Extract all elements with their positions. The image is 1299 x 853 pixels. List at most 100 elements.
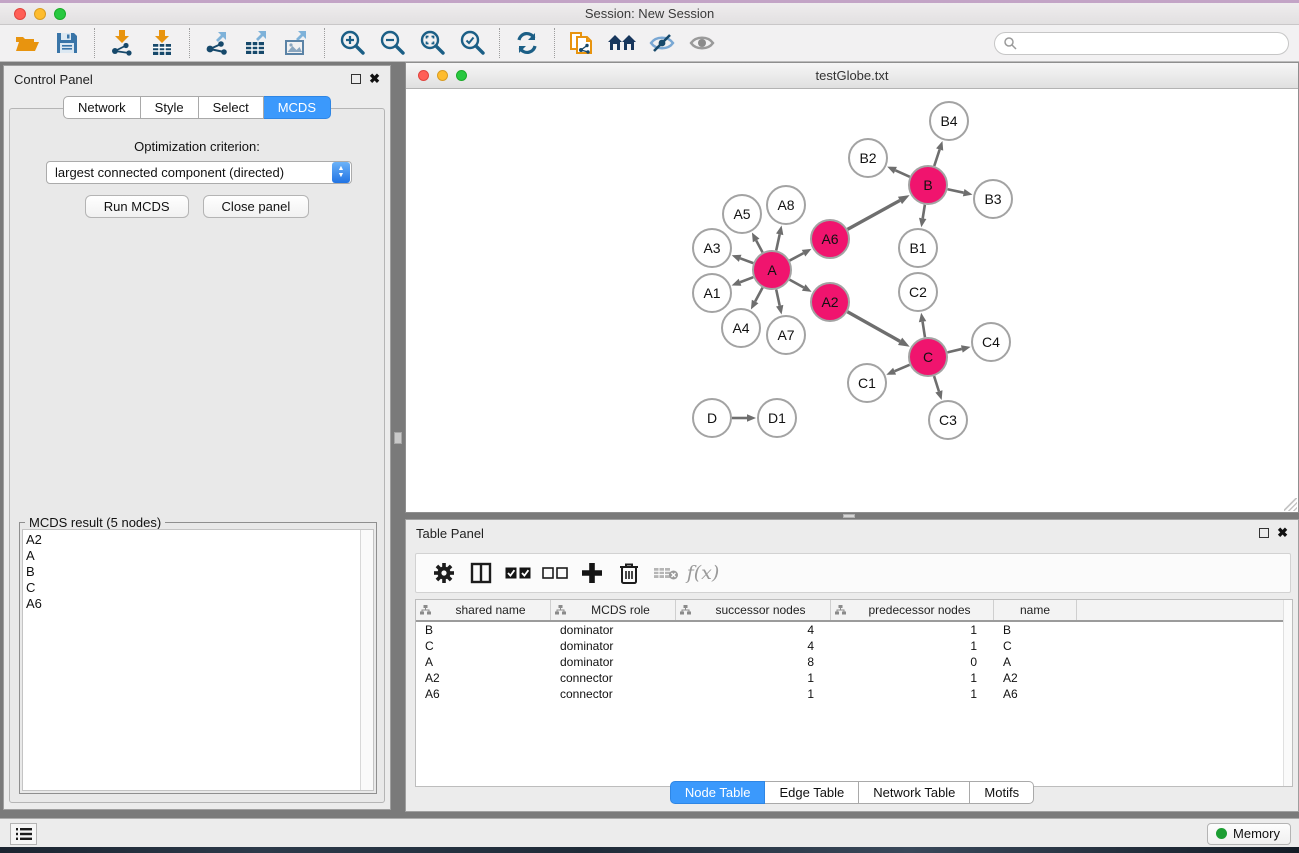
hide-selected-button[interactable] <box>645 28 679 58</box>
edge-C-C4[interactable] <box>947 349 961 352</box>
edge-C-C2[interactable] <box>923 322 925 338</box>
task-history-button[interactable] <box>10 823 37 845</box>
tab-select[interactable]: Select <box>199 96 264 119</box>
edge-A-A3[interactable] <box>740 258 753 263</box>
table-cell[interactable]: C <box>416 639 551 653</box>
edge-A-A2[interactable] <box>790 280 804 288</box>
result-item[interactable]: A <box>26 548 360 564</box>
table-cell[interactable]: 1 <box>831 623 994 637</box>
function-builder-button[interactable]: f(x) <box>689 559 717 587</box>
close-table-panel-icon[interactable]: ✖ <box>1277 528 1288 538</box>
result-item[interactable]: A6 <box>26 596 360 612</box>
result-item[interactable]: B <box>26 564 360 580</box>
vertical-splitter-handle[interactable] <box>394 432 402 444</box>
table-cell[interactable]: 1 <box>831 687 994 701</box>
tab-style[interactable]: Style <box>141 96 199 119</box>
table-row[interactable]: Bdominator41B <box>416 622 1292 638</box>
table-cell[interactable]: A <box>994 655 1077 669</box>
edge-B-B2[interactable] <box>895 170 909 176</box>
table-cell[interactable]: 4 <box>676 639 831 653</box>
optimization-criterion-dropdown[interactable]: largest connected component (directed) ▲… <box>46 161 352 184</box>
memory-button[interactable]: Memory <box>1207 823 1291 845</box>
run-mcds-button[interactable]: Run MCDS <box>85 195 189 218</box>
export-image-button[interactable] <box>280 28 314 58</box>
add-column-button[interactable] <box>578 559 606 587</box>
table-row[interactable]: A6connector11A6 <box>416 686 1292 702</box>
result-item[interactable]: C <box>26 580 360 596</box>
table-cell[interactable]: 0 <box>831 655 994 669</box>
edge-B-B3[interactable] <box>948 189 964 192</box>
table-cell[interactable]: B <box>416 623 551 637</box>
result-list-scrollbar[interactable] <box>360 530 373 790</box>
select-all-button[interactable] <box>504 559 532 587</box>
edge-B-B4[interactable] <box>934 150 939 166</box>
edge-A-A6[interactable] <box>790 253 804 260</box>
table-row[interactable]: Adominator80A <box>416 654 1292 670</box>
float-panel-button[interactable] <box>351 74 361 84</box>
edge-A-A7[interactable] <box>776 290 779 306</box>
column-header-shared-name[interactable]: shared name <box>416 600 551 620</box>
result-item[interactable]: A2 <box>26 532 360 548</box>
zoom-in-button[interactable] <box>335 28 369 58</box>
table-cell[interactable]: 1 <box>676 687 831 701</box>
save-session-button[interactable] <box>50 28 84 58</box>
network-window-titlebar[interactable]: testGlobe.txt <box>406 63 1298 89</box>
edge-A2-C[interactable] <box>847 312 900 342</box>
tab-network[interactable]: Network <box>63 96 141 119</box>
column-visibility-button[interactable] <box>467 559 495 587</box>
table-cell[interactable]: A2 <box>994 671 1077 685</box>
node-table[interactable]: shared nameMCDS rolesuccessor nodesprede… <box>415 599 1293 787</box>
delete-table-button[interactable] <box>652 559 680 587</box>
tab-mcds[interactable]: MCDS <box>264 96 331 119</box>
resize-grip-icon[interactable] <box>1284 498 1297 511</box>
table-cell[interactable]: B <box>994 623 1077 637</box>
tab-node-table[interactable]: Node Table <box>670 781 766 804</box>
edge-A-A1[interactable] <box>740 277 753 282</box>
table-cell[interactable]: dominator <box>551 639 676 653</box>
mcds-result-list[interactable]: A2ABCA6 <box>22 529 374 791</box>
table-cell[interactable]: A2 <box>416 671 551 685</box>
edge-A6-B[interactable] <box>848 200 900 229</box>
column-header-name[interactable]: name <box>994 600 1077 620</box>
table-settings-button[interactable] <box>430 559 458 587</box>
show-all-button[interactable] <box>685 28 719 58</box>
table-cell[interactable]: 8 <box>676 655 831 669</box>
table-cell[interactable]: A <box>416 655 551 669</box>
table-row[interactable]: Cdominator41C <box>416 638 1292 654</box>
edge-A-A4[interactable] <box>755 288 762 302</box>
network-canvas[interactable]: B4B2BB3B1A5A8A6A3AA1A2C2A4A7CC4C1C3DD1 <box>407 90 1297 511</box>
new-network-from-selection-button[interactable] <box>565 28 599 58</box>
table-cell[interactable]: A6 <box>416 687 551 701</box>
search-field[interactable] <box>994 32 1289 55</box>
zoom-selected-button[interactable] <box>455 28 489 58</box>
close-panel-button[interactable]: Close panel <box>203 195 310 218</box>
table-cell[interactable]: dominator <box>551 655 676 669</box>
column-header-successor-nodes[interactable]: successor nodes <box>676 600 831 620</box>
table-cell[interactable]: dominator <box>551 623 676 637</box>
import-network-button[interactable] <box>105 28 139 58</box>
import-table-button[interactable] <box>145 28 179 58</box>
edge-A-A5[interactable] <box>756 240 762 252</box>
column-header-predecessor-nodes[interactable]: predecessor nodes <box>831 600 994 620</box>
tab-edge-table[interactable]: Edge Table <box>765 781 859 804</box>
column-header-MCDS-role[interactable]: MCDS role <box>551 600 676 620</box>
table-cell[interactable]: connector <box>551 671 676 685</box>
export-network-button[interactable] <box>200 28 234 58</box>
table-cell[interactable]: 1 <box>676 671 831 685</box>
table-cell[interactable]: connector <box>551 687 676 701</box>
delete-column-button[interactable] <box>615 559 643 587</box>
float-table-panel-button[interactable] <box>1259 528 1269 538</box>
table-cell[interactable]: A6 <box>994 687 1077 701</box>
apply-layout-button[interactable] <box>510 28 544 58</box>
open-session-button[interactable] <box>10 28 44 58</box>
search-input[interactable] <box>1017 36 1288 50</box>
zoom-fit-button[interactable] <box>415 28 449 58</box>
table-cell[interactable]: C <box>994 639 1077 653</box>
table-cell[interactable]: 1 <box>831 671 994 685</box>
table-row[interactable]: A2connector11A2 <box>416 670 1292 686</box>
export-table-button[interactable] <box>240 28 274 58</box>
table-cell[interactable]: 4 <box>676 623 831 637</box>
deselect-all-button[interactable] <box>541 559 569 587</box>
table-scrollbar[interactable] <box>1283 600 1292 786</box>
horizontal-splitter-handle[interactable] <box>843 514 855 518</box>
